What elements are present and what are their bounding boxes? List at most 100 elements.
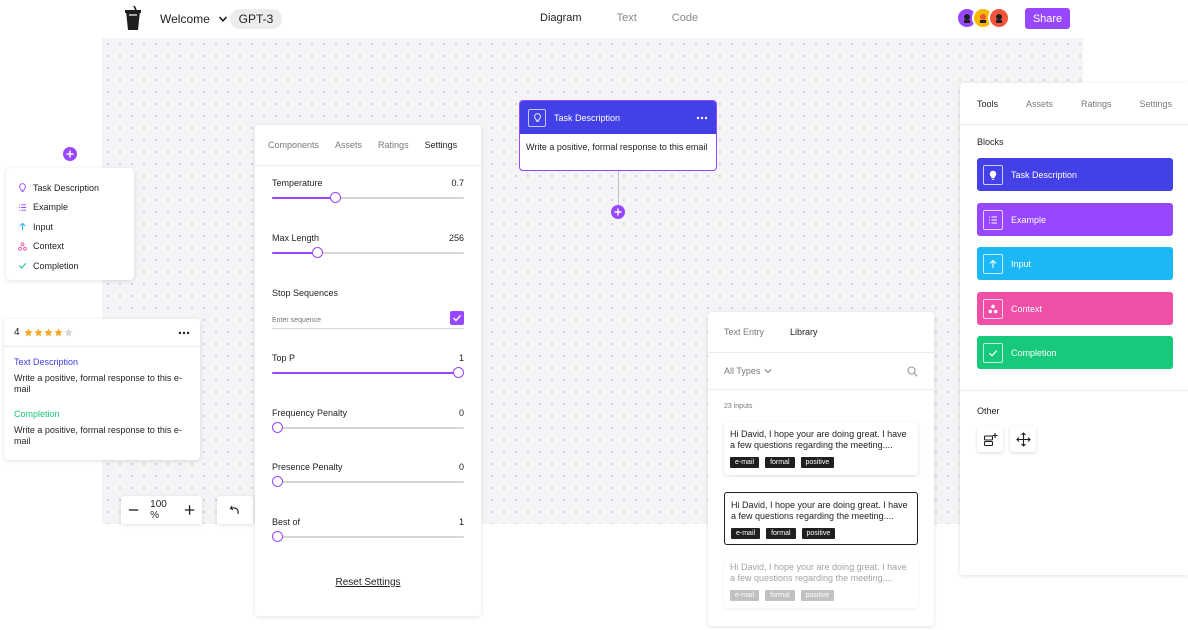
more-options-icon[interactable] <box>178 331 190 335</box>
reset-settings-link[interactable]: Reset Settings <box>255 577 481 588</box>
rating-header: 4 <box>4 319 200 347</box>
view-tabs: Diagram Text Code <box>540 12 733 24</box>
tab-components[interactable]: Components <box>268 140 319 150</box>
add-block-button[interactable] <box>63 147 77 161</box>
frequency-penalty-slider[interactable] <box>272 422 464 433</box>
search-icon[interactable] <box>907 365 918 377</box>
user-face-icon <box>996 14 1002 23</box>
tab-settings[interactable]: Settings <box>425 140 458 150</box>
canvas-footer-area <box>102 524 1083 630</box>
param-label: Stop Sequences <box>272 288 339 298</box>
divider <box>960 390 1188 391</box>
param-label: Temperature <box>272 178 323 188</box>
avatar[interactable] <box>988 7 1010 29</box>
slider-knob[interactable] <box>272 422 283 433</box>
tab-settings[interactable]: Settings <box>1140 99 1173 109</box>
model-pill[interactable]: GPT-3 <box>230 9 282 29</box>
tools-panel: Tools Assets Ratings Settings Blocks Tas… <box>960 83 1188 575</box>
library-tabs: Text Entry Library <box>708 312 934 353</box>
block-example[interactable]: Example <box>977 203 1173 236</box>
check-icon <box>453 315 462 322</box>
library-entry[interactable]: Hi David, I hope your are doing great. I… <box>724 422 918 475</box>
param-stop-sequences: Stop Sequences <box>272 288 464 298</box>
block-menu-item-task-description[interactable]: Task Description <box>18 178 134 198</box>
star-rating[interactable] <box>24 328 74 337</box>
slider-knob[interactable] <box>329 192 341 203</box>
node-header: Task Description <box>520 101 716 134</box>
cup-logo-icon[interactable] <box>124 5 142 31</box>
top-p-slider[interactable] <box>272 367 464 378</box>
tab-diagram[interactable]: Diagram <box>540 12 582 24</box>
tab-ratings[interactable]: Ratings <box>1081 99 1112 109</box>
param-value: 0 <box>458 408 464 418</box>
move-tool-button[interactable] <box>1010 426 1036 452</box>
zoom-out-icon[interactable] <box>127 503 140 517</box>
block-icon-box <box>983 209 1003 230</box>
tab-text-entry[interactable]: Text Entry <box>724 327 764 337</box>
stop-sequence-input[interactable] <box>272 314 442 324</box>
add-block-tool-button[interactable] <box>977 426 1003 452</box>
node-icon-box <box>528 108 546 127</box>
param-value: 1 <box>458 353 464 363</box>
library-entry[interactable]: Hi David, I hope your are doing great. I… <box>724 555 918 608</box>
more-options-icon[interactable] <box>696 116 708 120</box>
block-completion[interactable]: Completion <box>977 336 1173 369</box>
tab-tools[interactable]: Tools <box>977 99 998 109</box>
add-next-block-button[interactable] <box>611 205 625 219</box>
block-menu-item-label: Context <box>33 241 65 252</box>
tab-library[interactable]: Library <box>790 327 818 337</box>
param-presence-penalty: Presence Penalty 0 <box>272 462 464 487</box>
max-length-slider[interactable] <box>272 247 464 258</box>
slider-knob[interactable] <box>453 367 464 378</box>
star-empty-icon[interactable] <box>64 328 73 337</box>
check-icon <box>989 349 998 357</box>
block-menu-item-input[interactable]: Input <box>18 217 134 237</box>
stop-sequence-checkbox[interactable] <box>450 311 464 325</box>
param-temperature: Temperature 0.7 <box>272 178 464 203</box>
type-filter-dropdown[interactable]: All Types <box>724 366 760 376</box>
star-filled-icon[interactable] <box>24 328 33 337</box>
block-menu-item-completion[interactable]: Completion <box>18 256 134 276</box>
block-menu-item-example[interactable]: Example <box>18 198 134 218</box>
tab-ratings[interactable]: Ratings <box>378 140 409 150</box>
arrow-up-icon <box>19 222 26 231</box>
block-context[interactable]: Context <box>977 292 1173 325</box>
task-description-node[interactable]: Task Description Write a positive, forma… <box>519 100 717 171</box>
slider-knob[interactable] <box>272 531 283 542</box>
slider-knob[interactable] <box>311 247 323 258</box>
share-button[interactable]: Share <box>1025 8 1070 29</box>
block-task-description[interactable]: Task Description <box>977 158 1173 191</box>
project-selector[interactable]: Welcome <box>160 10 228 28</box>
top-bar: Welcome GPT-3 Diagram Text Code Share <box>0 0 1188 38</box>
entry-text: Hi David, I hope your are doing great. I… <box>730 429 907 450</box>
tag: positive <box>801 528 836 539</box>
slider-knob[interactable] <box>272 476 283 487</box>
temperature-slider[interactable] <box>272 192 464 203</box>
tab-code[interactable]: Code <box>672 12 698 24</box>
block-label: Input <box>1011 258 1032 269</box>
param-frequency-penalty: Frequency Penalty 0 <box>272 408 464 433</box>
block-menu-item-context[interactable]: Context <box>18 237 134 257</box>
best-of-slider[interactable] <box>272 531 464 542</box>
star-filled-icon[interactable] <box>54 328 63 337</box>
tab-text[interactable]: Text <box>617 12 637 24</box>
block-input[interactable]: Input <box>977 247 1173 280</box>
presence-penalty-slider[interactable] <box>272 476 464 487</box>
star-filled-icon[interactable] <box>44 328 53 337</box>
tag: e-mail <box>730 457 760 468</box>
zoom-level: 100 % <box>150 499 167 521</box>
library-filter-bar: All Types <box>708 353 934 390</box>
library-panel: Text Entry Library All Types 23 inputs H… <box>708 312 934 626</box>
tag: e-mail <box>731 528 761 539</box>
zoom-control: 100 % <box>121 496 202 524</box>
library-entry-selected[interactable]: Hi David, I hope your are doing great. I… <box>724 492 918 545</box>
other-label: Other <box>977 406 1000 416</box>
tab-assets[interactable]: Assets <box>335 140 362 150</box>
tab-assets[interactable]: Assets <box>1026 99 1053 109</box>
tag: e-mail <box>730 590 760 601</box>
block-label: Context <box>1011 303 1043 314</box>
zoom-in-icon[interactable] <box>183 503 196 517</box>
undo-button[interactable] <box>217 496 253 524</box>
star-filled-icon[interactable] <box>34 328 43 337</box>
rating-card[interactable]: 4 Text Description Write a positive, for… <box>4 319 200 460</box>
